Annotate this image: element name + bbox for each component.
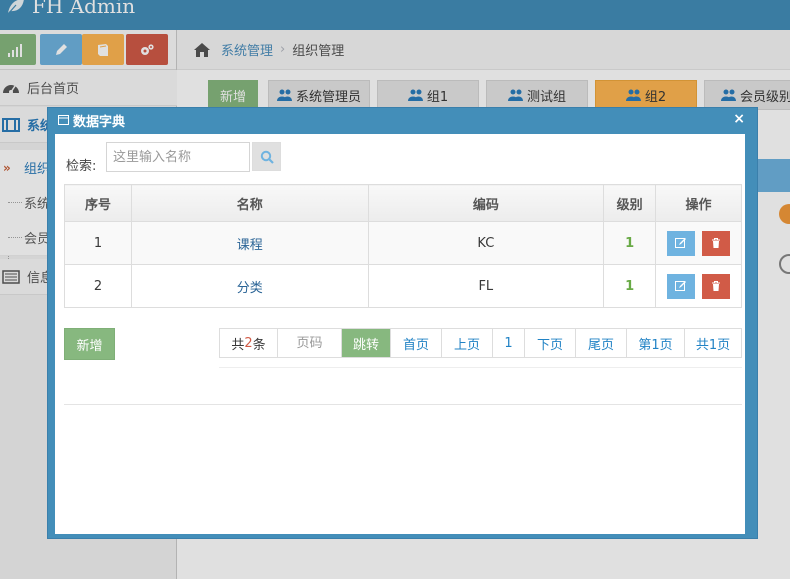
search-input[interactable] xyxy=(106,142,250,172)
pager-total-count: 2 xyxy=(244,335,253,351)
cell-name: 分类 xyxy=(130,264,369,308)
header-actions: 操作 xyxy=(655,184,742,222)
search-label: 检索: xyxy=(66,159,97,174)
edit-button[interactable] xyxy=(667,230,696,256)
dialog-title-text: 数据字典 xyxy=(73,114,126,130)
dialog-body: 检索: 序号 名称 编码 级别 操作 1 课程 KC 1 xyxy=(55,134,745,534)
level-value: 1 xyxy=(625,278,635,294)
search-icon xyxy=(260,150,274,164)
table-header-row: 序号 名称 编码 级别 操作 xyxy=(64,184,742,222)
pager-total-suffix: 条 xyxy=(252,337,266,353)
header-index[interactable]: 序号 xyxy=(64,184,132,222)
table-row: 2 分类 FL 1 xyxy=(64,264,742,308)
window-icon xyxy=(58,115,69,125)
cell-level: 1 xyxy=(603,264,657,308)
close-icon[interactable]: × xyxy=(733,111,745,127)
dictionary-dialog: 数据字典 × 检索: 序号 名称 编码 级别 操作 1 课程 xyxy=(47,107,758,539)
cell-name: 课程 xyxy=(130,221,369,265)
cell-level: 1 xyxy=(603,221,657,265)
page-number-input[interactable] xyxy=(278,329,342,357)
edit-icon xyxy=(675,238,687,248)
pager-jump-button[interactable]: 跳转 xyxy=(342,329,391,357)
cell-code: KC xyxy=(367,221,605,265)
pager-total: 共2条 xyxy=(220,329,278,357)
delete-button[interactable] xyxy=(701,230,730,256)
name-link[interactable]: 课程 xyxy=(237,238,263,253)
dialog-title[interactable]: 数据字典 xyxy=(48,108,757,132)
pager-next[interactable]: 下页 xyxy=(525,329,576,357)
header-code[interactable]: 编码 xyxy=(367,184,605,222)
pager-prev[interactable]: 上页 xyxy=(442,329,493,357)
add-button[interactable]: 新增 xyxy=(64,328,115,360)
name-link[interactable]: 分类 xyxy=(237,281,263,296)
pager-page-of: 第1页 xyxy=(627,329,685,357)
delete-button[interactable] xyxy=(701,273,730,299)
level-value: 1 xyxy=(625,235,635,251)
edit-button[interactable] xyxy=(667,273,696,299)
divider xyxy=(219,367,742,368)
header-name[interactable]: 名称 xyxy=(130,184,369,222)
divider xyxy=(64,404,742,405)
pager-page-total: 共1页 xyxy=(695,337,731,353)
cell-actions xyxy=(655,264,742,308)
pager-first[interactable]: 首页 xyxy=(391,329,442,357)
pager-last[interactable]: 尾页 xyxy=(576,329,627,357)
table-row: 1 课程 KC 1 xyxy=(64,221,742,265)
pager-current[interactable]: 1 xyxy=(493,329,525,357)
pagination: 共2条 跳转 首页 上页 1 下页 尾页 第1页 共1页 xyxy=(219,328,742,358)
cell-code: FL xyxy=(367,264,605,308)
header-level[interactable]: 级别 xyxy=(603,184,657,222)
trash-icon xyxy=(711,281,720,291)
trash-icon xyxy=(711,238,720,248)
edit-icon xyxy=(675,281,687,291)
cell-index: 2 xyxy=(64,264,132,308)
cell-actions xyxy=(655,221,742,265)
pager-total-prefix: 共 xyxy=(231,337,245,353)
search-button[interactable] xyxy=(252,142,281,171)
cell-index: 1 xyxy=(64,221,132,265)
dictionary-table: 序号 名称 编码 级别 操作 1 课程 KC 1 2 分类 FL 1 xyxy=(64,184,742,308)
